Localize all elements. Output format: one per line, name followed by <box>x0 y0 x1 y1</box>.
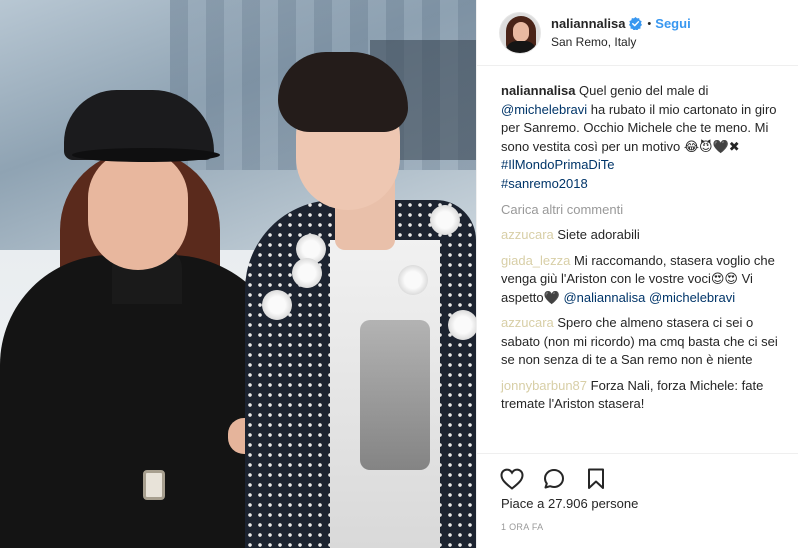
post-sidebar: naliannalisa • Segui San Remo, Italy nal… <box>476 0 798 548</box>
bookmark-icon[interactable] <box>583 466 609 492</box>
comment-username[interactable]: azzucara <box>501 315 554 330</box>
jacket-flower-pattern <box>292 258 322 288</box>
load-more-comments-button[interactable]: Carica altri commenti <box>501 201 787 219</box>
comment-username[interactable]: azzucara <box>501 227 554 242</box>
jacket-flower-pattern <box>430 205 460 235</box>
comment-mention[interactable]: @naliannalisa <box>563 290 645 305</box>
comment: azzucara Spero che almeno stasera ci sei… <box>501 314 787 370</box>
follow-button[interactable]: Segui <box>655 15 690 33</box>
avatar[interactable] <box>499 11 541 54</box>
verified-badge-icon <box>629 17 643 31</box>
caption-hashtag[interactable]: #IlMondoPrimaDiTe <box>501 157 614 172</box>
jacket-flower-pattern <box>398 265 428 295</box>
comment: azzucara Siete adorabili <box>501 226 787 245</box>
header-separator: • <box>647 17 652 30</box>
location-link[interactable]: San Remo, Italy <box>551 33 691 51</box>
caption-emojis: 😂😈🖤✖ <box>683 138 740 154</box>
heart-outline-icon[interactable] <box>499 466 525 492</box>
caption-mention[interactable]: @michelebravi <box>501 102 587 117</box>
comment-mention[interactable]: @michelebravi <box>649 290 735 305</box>
comment-text: Siete adorabili <box>553 227 640 242</box>
comment: jonnybarbun87 Forza Nali, forza Michele:… <box>501 377 787 414</box>
header-row: naliannalisa • Segui <box>551 15 691 33</box>
caption-username[interactable]: naliannalisa <box>501 83 575 98</box>
header-text: naliannalisa • Segui San Remo, Italy <box>551 15 691 51</box>
comments-section[interactable]: naliannalisa Quel genio del male di @mic… <box>477 66 798 454</box>
woman-cap-brim <box>72 148 220 162</box>
caption-hashtag[interactable]: #sanremo2018 <box>501 176 588 191</box>
jacket-flower-pattern <box>262 290 292 320</box>
woman-face <box>88 150 188 270</box>
comment-username[interactable]: jonnybarbun87 <box>501 378 587 393</box>
post-header: naliannalisa • Segui San Remo, Italy <box>477 0 798 66</box>
post-photo[interactable] <box>0 0 476 548</box>
action-bar <box>477 454 798 496</box>
caption-text: Quel genio del male di <box>575 83 709 98</box>
instagram-post: naliannalisa • Segui San Remo, Italy nal… <box>0 0 798 548</box>
wristwatch <box>143 470 165 500</box>
likes-count[interactable]: Piace a 27.906 persone <box>501 496 638 511</box>
post-timestamp[interactable]: 1 ORA FA <box>501 522 543 532</box>
comment-username[interactable]: giada_lezza <box>501 253 570 268</box>
man-tshirt-print <box>360 320 430 470</box>
post-caption: naliannalisa Quel genio del male di @mic… <box>501 82 787 193</box>
avatar-body <box>505 40 537 53</box>
header-username[interactable]: naliannalisa <box>551 15 625 33</box>
jacket-flower-pattern <box>448 310 476 340</box>
avatar-face <box>513 21 529 42</box>
comment: giada_lezza Mi raccomando, stasera vogli… <box>501 252 787 308</box>
speech-bubble-icon[interactable] <box>541 466 567 492</box>
